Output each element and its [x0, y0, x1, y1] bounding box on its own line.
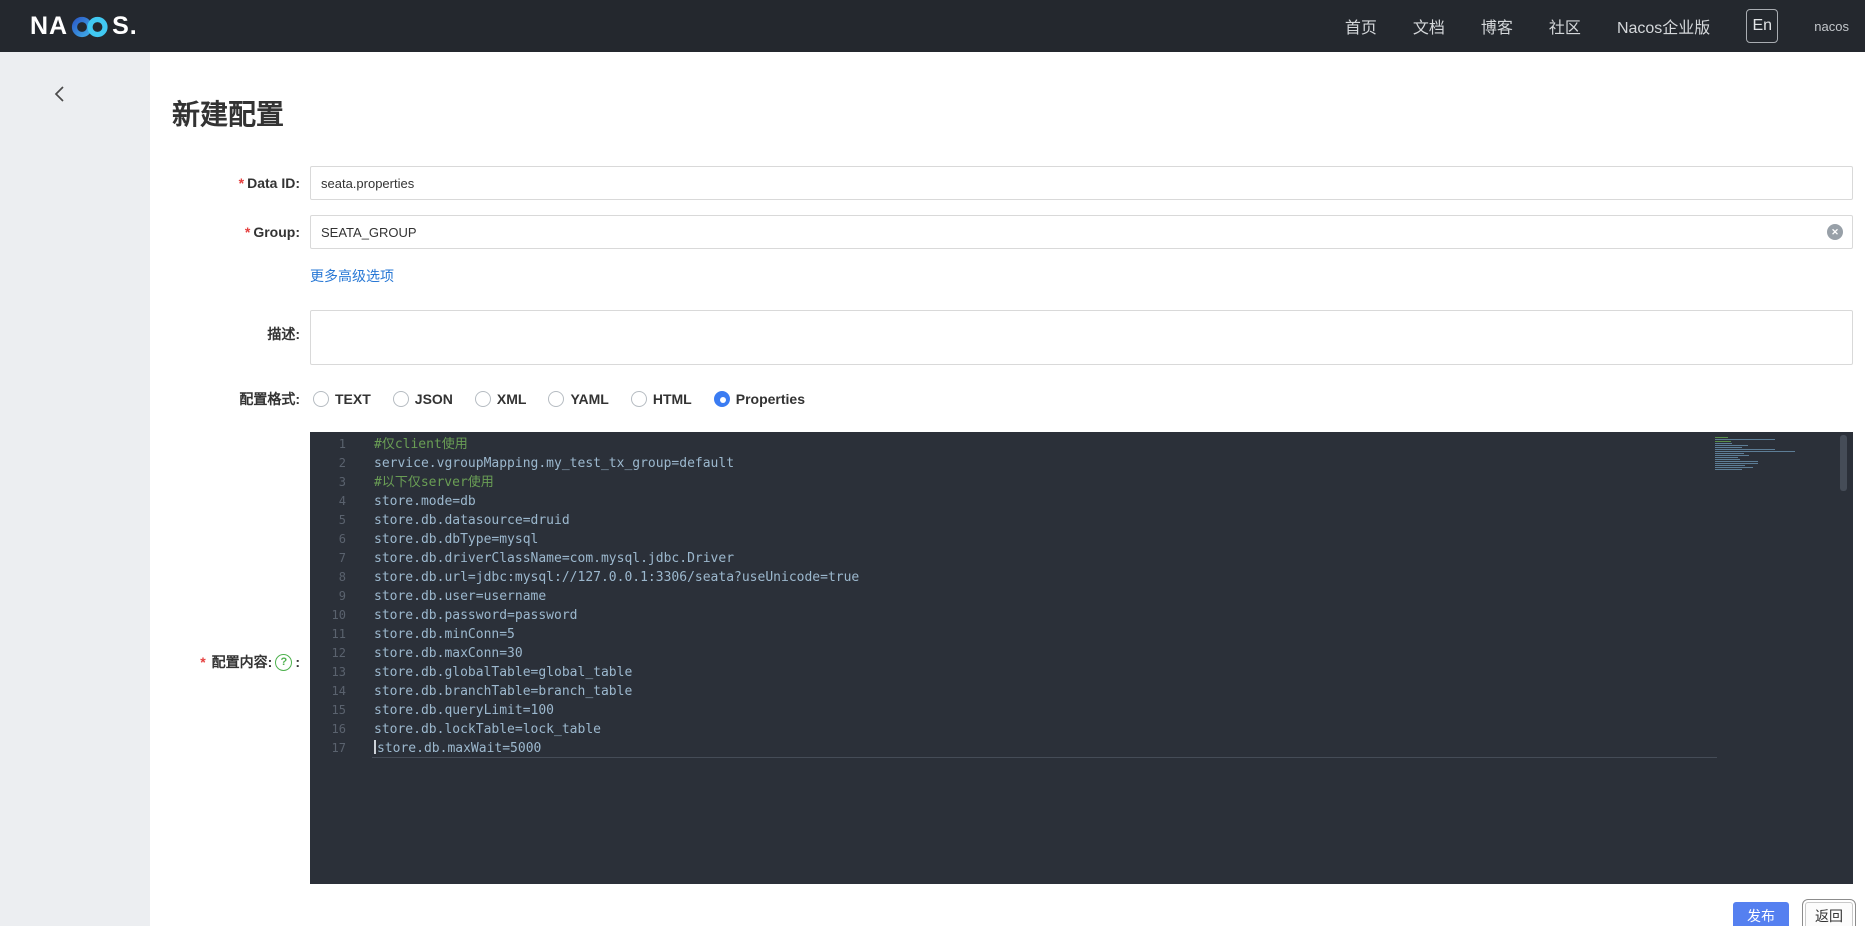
editor-line: 7store.db.driverClassName=com.mysql.jdbc… [310, 549, 1853, 568]
required-mark: * [239, 175, 244, 191]
return-button[interactable]: 返回 [1805, 902, 1853, 926]
editor-lines: 1#仅client使用 2service.vgroupMapping.my_te… [310, 432, 1853, 758]
navbar: NA S. 首页 文档 博客 社区 Nacos企业版 En nacos [0, 0, 1865, 52]
group-input[interactable] [310, 215, 1853, 249]
nav-link-community[interactable]: 社区 [1549, 14, 1581, 38]
chevron-left-icon [51, 84, 69, 104]
required-mark: * [200, 654, 205, 670]
group-label: *Group: [150, 215, 310, 249]
editor-line: 2service.vgroupMapping.my_test_tx_group=… [310, 454, 1853, 473]
config-form: *Data ID: *Group: ✕ 更多高级选项 描述: [150, 166, 1853, 926]
format-radio-html[interactable]: HTML [631, 391, 692, 407]
navbar-menu: 首页 文档 博客 社区 Nacos企业版 En nacos [1345, 9, 1849, 43]
form-actions: 发布 返回 [150, 902, 1853, 926]
format-label: 配置格式: [150, 389, 310, 409]
radio-icon [475, 391, 491, 407]
editor-line: 1#仅client使用 [310, 435, 1853, 454]
editor-line: 14store.db.branchTable=branch_table [310, 682, 1853, 701]
format-radio-json[interactable]: JSON [393, 391, 453, 407]
required-mark: * [245, 224, 250, 240]
editor-line: 3#以下仅server使用 [310, 473, 1853, 492]
infinity-icon [69, 15, 111, 39]
format-radio-xml[interactable]: XML [475, 391, 527, 407]
sidebar [0, 52, 150, 926]
text-cursor [374, 740, 376, 754]
help-icon[interactable]: ? [275, 654, 292, 671]
editor-line: 4store.mode=db [310, 492, 1853, 511]
group-row: *Group: ✕ [150, 215, 1853, 249]
description-label: 描述: [150, 310, 310, 370]
format-row: 配置格式: TEXT JSON XML [150, 389, 1853, 409]
logo-text-suffix: S. [112, 12, 138, 41]
advanced-options-link[interactable]: 更多高级选项 [310, 268, 394, 285]
data-id-input[interactable] [310, 166, 1853, 200]
content-row: *配置内容: ? : 1#仅client使用 2service.vgroupMa… [150, 432, 1853, 884]
language-toggle[interactable]: En [1746, 9, 1778, 43]
description-row: 描述: [150, 310, 1853, 370]
editor-line: 16store.db.lockTable=lock_table [310, 720, 1853, 739]
advanced-options-row: 更多高级选项 [150, 268, 1853, 286]
editor-line: 5store.db.datasource=druid [310, 511, 1853, 530]
radio-selected-icon [714, 391, 730, 407]
nav-link-enterprise[interactable]: Nacos企业版 [1617, 14, 1710, 38]
description-textarea[interactable] [310, 310, 1853, 365]
nav-link-home[interactable]: 首页 [1345, 14, 1377, 38]
radio-icon [313, 391, 329, 407]
format-radio-yaml[interactable]: YAML [548, 391, 608, 407]
logo-text-prefix: NA [30, 12, 68, 41]
config-editor[interactable]: 1#仅client使用 2service.vgroupMapping.my_te… [310, 432, 1853, 884]
data-id-label: *Data ID: [150, 166, 310, 200]
format-radio-group: TEXT JSON XML YAML [310, 391, 805, 407]
radio-icon [393, 391, 409, 407]
editor-scrollbar[interactable] [1840, 435, 1847, 491]
editor-line: 15store.db.queryLimit=100 [310, 701, 1853, 720]
editor-line: 13store.db.globalTable=global_table [310, 663, 1853, 682]
clear-group-icon[interactable]: ✕ [1827, 224, 1843, 240]
username-menu[interactable]: nacos [1814, 19, 1849, 34]
editor-line: 12store.db.maxConn=30 [310, 644, 1853, 663]
editor-line: 9store.db.user=username [310, 587, 1853, 606]
editor-line: 8store.db.url=jdbc:mysql://127.0.0.1:330… [310, 568, 1853, 587]
editor-minimap[interactable] [1715, 437, 1797, 471]
format-radio-text[interactable]: TEXT [313, 391, 371, 407]
editor-line: 6store.db.dbType=mysql [310, 530, 1853, 549]
page-title: 新建配置 [172, 98, 1865, 132]
back-button[interactable] [48, 82, 72, 106]
radio-icon [548, 391, 564, 407]
radio-icon [631, 391, 647, 407]
nav-link-blog[interactable]: 博客 [1481, 14, 1513, 38]
content-label: *配置内容: ? : [150, 432, 310, 884]
editor-line: 11store.db.minConn=5 [310, 625, 1853, 644]
editor-line-active: 17store.db.maxWait=5000 [310, 739, 1853, 758]
publish-button[interactable]: 发布 [1733, 902, 1789, 926]
format-radio-properties[interactable]: Properties [714, 391, 805, 407]
new-config-page: 新建配置 *Data ID: *Group: ✕ 更多高级选项 [150, 52, 1865, 926]
nacos-logo[interactable]: NA S. [30, 12, 138, 41]
data-id-row: *Data ID: [150, 166, 1853, 200]
nav-link-docs[interactable]: 文档 [1413, 14, 1445, 38]
editor-line: 10store.db.password=password [310, 606, 1853, 625]
